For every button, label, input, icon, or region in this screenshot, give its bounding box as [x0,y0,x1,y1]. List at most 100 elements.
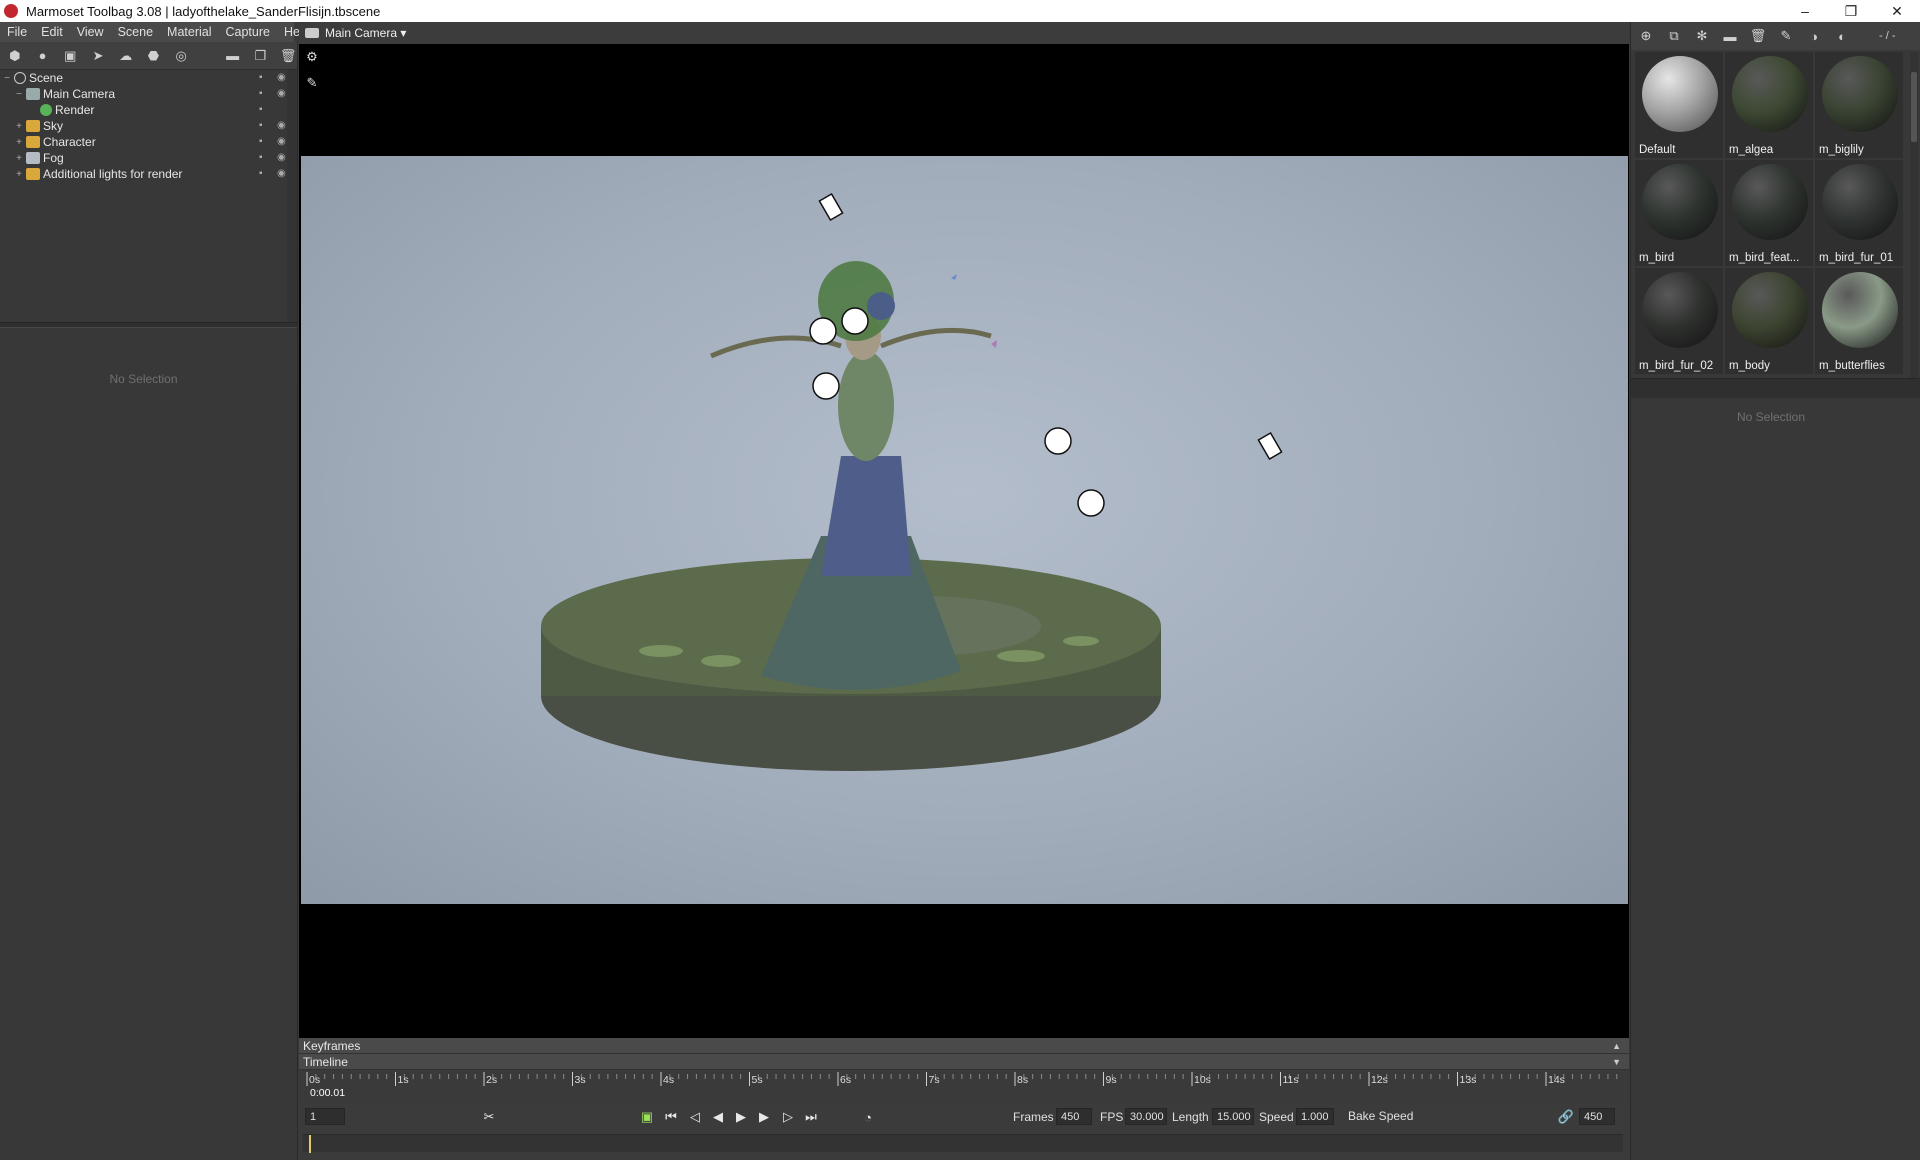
link-icon[interactable]: 🔗 [1557,1108,1575,1126]
tree-item-fog[interactable]: + Fog ▪ ◉ [0,150,297,166]
close-button[interactable]: ✕ [1874,0,1920,22]
lock-icon[interactable]: ▪ [259,137,269,147]
material-thumbnail[interactable]: m_bird_fur_01 [1815,160,1903,266]
lock-icon[interactable]: ▪ [259,105,269,115]
pick-material-icon[interactable]: ✎ [1777,27,1795,45]
character-body [838,351,894,461]
expand-icon[interactable]: + [14,121,24,132]
material-settings-icon[interactable]: ◐ [1833,27,1851,45]
material-ball-icon[interactable]: ✻ [1693,27,1711,45]
add-camera-icon[interactable]: ▣ [61,47,79,65]
minimize-button[interactable]: – [1782,0,1828,22]
tree-item-scene[interactable]: − Scene ▪ ◉ [0,70,297,86]
visibility-eye-icon[interactable]: ◉ [277,137,287,147]
fps-field[interactable]: 30.000 [1125,1108,1167,1125]
material-thumbnail[interactable]: m_bird_feat... [1725,160,1813,266]
tree-item-main-camera[interactable]: − Main Camera ▪ ◉ [0,86,297,102]
visibility-eye-icon[interactable]: ◉ [277,169,287,179]
current-frame-field[interactable]: 1 [305,1108,345,1125]
menu-capture[interactable]: Capture [219,25,277,39]
loop-icon[interactable]: ▣ [638,1108,656,1126]
material-scrollbar[interactable] [1910,52,1918,392]
new-folder-icon[interactable]: ▬ [224,47,242,65]
collapse-down-icon[interactable]: ▼ [1612,1057,1621,1067]
material-thumbnail[interactable]: m_bird_fur_02 [1635,268,1723,374]
tick-label: 4s [663,1074,675,1086]
render-view[interactable] [301,156,1628,904]
add-light-icon[interactable]: ● [34,47,52,65]
menu-material[interactable]: Material [160,25,218,39]
skip-start-icon[interactable]: ⏮ [662,1108,680,1126]
material-thumbnail[interactable]: m_bird [1635,160,1723,266]
end-frame-field[interactable]: 450 [1579,1108,1615,1125]
expand-icon[interactable]: + [14,137,24,148]
frames-field[interactable]: 450 [1056,1108,1092,1125]
material-name: m_bird_fur_02 [1639,360,1714,372]
delete-icon[interactable]: 🗑 [279,47,297,65]
material-thumbnail[interactable]: m_body [1725,268,1813,374]
material-name: Default [1639,144,1676,156]
material-sphere-preview [1642,56,1718,132]
panel-splitter[interactable] [0,322,297,328]
keyframes-header[interactable]: Keyframes ▲ [299,1038,1629,1054]
add-turntable-icon[interactable]: ➤ [89,47,107,65]
brush-icon[interactable]: ✎ [303,74,321,92]
expand-icon[interactable]: + [14,153,24,164]
scrub-bar[interactable] [303,1134,1623,1153]
step-forward-icon[interactable]: ▶ [755,1108,773,1126]
expand-icon[interactable]: + [14,169,24,180]
add-material-icon[interactable]: ⊕ [1637,27,1655,45]
speed-field[interactable]: 1.000 [1296,1108,1334,1125]
panel-splitter[interactable] [1631,378,1920,398]
add-fog-icon[interactable]: ☁ [117,47,135,65]
collapse-icon[interactable]: − [2,73,12,84]
tree-item-additional-lights[interactable]: + Additional lights for render ▪ ◉ [0,166,297,182]
visibility-eye-icon[interactable]: ◉ [277,121,287,131]
delete-icon[interactable]: 🗑 [1749,27,1767,45]
tree-item-character[interactable]: + Character ▪ ◉ [0,134,297,150]
visibility-eye-icon[interactable]: ◉ [277,89,287,99]
duplicate-icon[interactable]: ❐ [252,47,270,65]
folder-icon[interactable]: ▬ [1721,27,1739,45]
add-mesh-icon[interactable]: ⬢ [6,47,24,65]
menu-file[interactable]: File [0,25,34,39]
add-shadow-catcher-icon[interactable]: ⬣ [145,47,163,65]
play-icon[interactable]: ▶ [732,1108,750,1126]
tree-item-sky[interactable]: + Sky ▪ ◉ [0,118,297,134]
menu-scene[interactable]: Scene [111,25,160,39]
restore-button[interactable]: ❐ [1828,0,1874,22]
visibility-eye-icon[interactable]: ◉ [277,153,287,163]
step-back-icon[interactable]: ◀ [709,1108,727,1126]
speed-dial-icon[interactable]: ◔ [859,1108,877,1126]
visibility-eye-icon[interactable]: ◉ [277,73,287,83]
camera-selector[interactable]: Main Camera ▾ [325,26,406,40]
skip-end-icon[interactable]: ⏭ [802,1108,820,1126]
scene-tree-scrollbar[interactable] [287,70,297,322]
time-ruler[interactable]: 0:00.01 0s 1s 2s 3s 4s 5s 6s 7s 8s 9s 10s 11s 12s 13s… [299,1070,1629,1104]
material-thumbnail[interactable]: Default [1635,52,1723,158]
bake-speed-button[interactable]: Bake Speed [1340,1108,1421,1124]
menu-edit[interactable]: Edit [34,25,70,39]
next-key-icon[interactable]: ▷ [779,1108,797,1126]
material-assign-icon[interactable]: ◑ [1805,27,1823,45]
lock-icon[interactable]: ▪ [259,169,269,179]
material-thumbnail[interactable]: m_butterflies [1815,268,1903,374]
length-field[interactable]: 15.000 [1212,1108,1254,1125]
material-thumbnail[interactable]: m_algea [1725,52,1813,158]
tree-item-render[interactable]: Render ▪ [0,102,297,118]
prev-key-icon[interactable]: ◁ [686,1108,704,1126]
gear-icon[interactable]: ⚙ [303,48,321,66]
menu-view[interactable]: View [70,25,111,39]
playhead[interactable] [309,1135,311,1153]
lock-icon[interactable]: ▪ [259,121,269,131]
lock-icon[interactable]: ▪ [259,73,269,83]
collapse-up-icon[interactable]: ▲ [1612,1041,1621,1051]
collapse-icon[interactable]: − [14,89,24,100]
lock-icon[interactable]: ▪ [259,153,269,163]
timeline-header[interactable]: Timeline ▼ [299,1054,1629,1070]
lock-icon[interactable]: ▪ [259,89,269,99]
add-audio-icon[interactable]: ◎ [172,47,190,65]
duplicate-material-icon[interactable]: ⧉ [1665,27,1683,45]
key-icon[interactable]: ✂ [480,1108,498,1126]
material-thumbnail[interactable]: m_biglily [1815,52,1903,158]
